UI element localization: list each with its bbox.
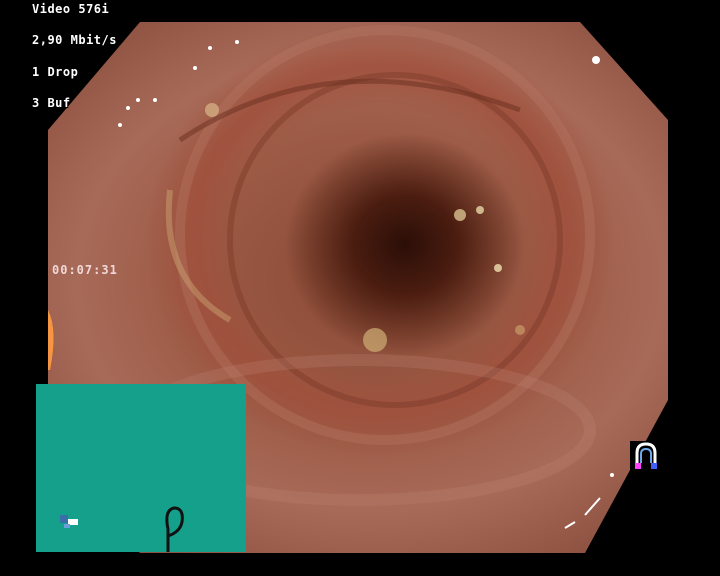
endoscope-loop-icon [165,506,184,552]
scope-tip-marker-icon [60,515,78,528]
dropped-frames-label: 1 Drop [32,65,79,79]
procedure-timestamp: 00:07:31 [52,263,118,277]
bitrate-label: 2,90 Mbit/s [32,33,117,47]
video-mode-label: Video 576i [32,2,110,16]
buffer-label: 3 Buf [32,96,71,110]
magnet-u-icon [630,441,662,475]
video-frame: Video 576i 2,90 Mbit/s 1 Drop 3 Buf 00:0… [0,0,720,576]
scope-position-map [36,384,246,552]
